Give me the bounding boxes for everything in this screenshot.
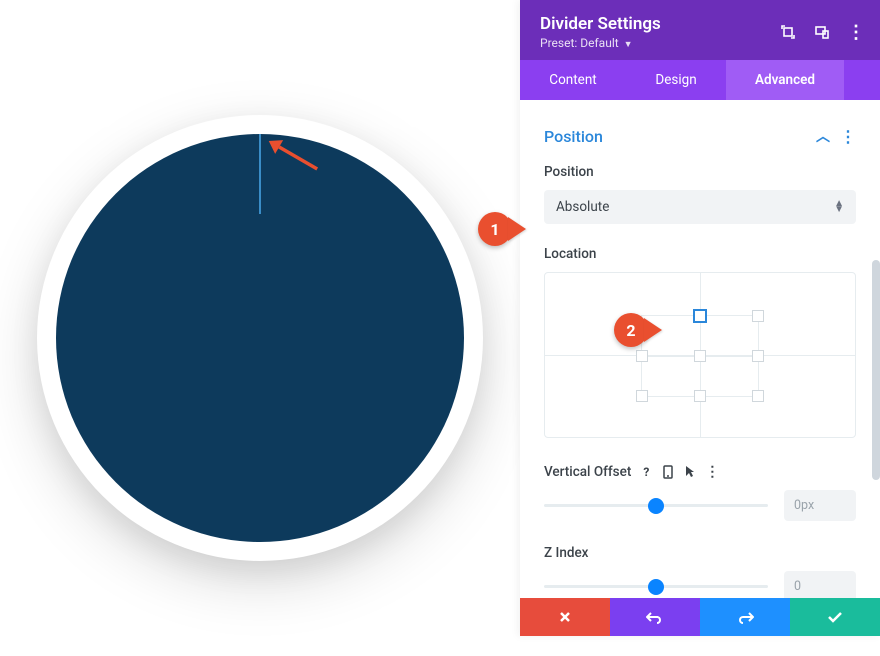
anchor-mid-right[interactable] — [752, 350, 764, 362]
vertical-offset-slider-row: 0px — [544, 490, 856, 521]
z-index-slider[interactable] — [544, 585, 768, 588]
callout-1: 1 — [478, 212, 526, 246]
location-grid — [544, 272, 856, 438]
callout-2: 2 — [614, 313, 662, 347]
expand-icon[interactable] — [780, 24, 796, 40]
anchor-bottom-center[interactable] — [694, 390, 706, 402]
location-label: Location — [544, 246, 856, 262]
panel-body[interactable]: Position ︿ ⋮ Position Absolute ▲▼ Locati… — [520, 100, 880, 598]
z-index-slider-row: 0 — [544, 571, 856, 598]
vertical-offset-slider[interactable] — [544, 504, 768, 507]
menu-dots-icon[interactable]: ⋮ — [840, 127, 856, 146]
save-button[interactable] — [790, 598, 880, 636]
anchor-mid-center[interactable] — [694, 350, 706, 362]
responsive-icon[interactable] — [814, 24, 830, 40]
slider-thumb[interactable] — [648, 498, 664, 514]
header-icons: ⋮ — [780, 24, 864, 40]
tab-advanced[interactable]: Advanced — [726, 60, 844, 100]
panel-footer — [520, 598, 880, 636]
vertical-offset-label: Vertical Offset — [544, 464, 631, 480]
tab-design[interactable]: Design — [626, 60, 726, 100]
panel-header: Divider Settings Preset: Default ▼ ⋮ — [520, 0, 880, 60]
chevron-up-icon[interactable]: ︿ — [816, 126, 830, 146]
tab-content[interactable]: Content — [520, 60, 626, 100]
z-index-label: Z Index — [544, 545, 856, 561]
menu-dots-icon[interactable]: ⋮ — [705, 465, 719, 479]
callout-bubble-1: 1 — [478, 212, 512, 246]
section-head[interactable]: Position ︿ ⋮ — [544, 126, 856, 146]
preset-label: Preset: — [540, 36, 577, 50]
anchor-mid-left[interactable] — [636, 350, 648, 362]
position-value: Absolute — [556, 199, 609, 215]
mobile-icon[interactable] — [661, 465, 675, 479]
slider-thumb[interactable] — [648, 579, 664, 595]
vertical-offset-row: Vertical Offset ? ⋮ — [544, 464, 856, 480]
hover-icon[interactable] — [683, 465, 697, 479]
circle-inner — [56, 134, 464, 542]
position-label: Position — [544, 164, 856, 180]
anchor-bottom-left[interactable] — [636, 390, 648, 402]
tabs: Content Design Advanced — [520, 60, 880, 100]
z-index-value[interactable]: 0 — [784, 571, 856, 598]
anchor-top-center[interactable] — [693, 309, 707, 323]
chevron-down-icon: ▼ — [624, 40, 633, 50]
undo-button[interactable] — [610, 598, 700, 636]
menu-dots-icon[interactable]: ⋮ — [848, 24, 864, 40]
callout-point — [508, 217, 526, 241]
position-select[interactable]: Absolute ▲▼ — [544, 190, 856, 224]
canvas-preview — [0, 0, 520, 656]
scrollbar[interactable] — [872, 260, 880, 480]
section-title: Position — [544, 127, 603, 146]
vertical-offset-value[interactable]: 0px — [784, 490, 856, 521]
preset-value: Default — [580, 36, 618, 50]
close-button[interactable] — [520, 598, 610, 636]
divider-line — [259, 134, 261, 214]
redo-button[interactable] — [700, 598, 790, 636]
anchor-top-right[interactable] — [752, 310, 764, 322]
settings-panel: Divider Settings Preset: Default ▼ ⋮ Con… — [520, 0, 880, 636]
callout-bubble-2: 2 — [614, 313, 648, 347]
anchor-bottom-right[interactable] — [752, 390, 764, 402]
circle-outer — [37, 115, 483, 561]
help-icon[interactable]: ? — [639, 465, 653, 479]
select-arrows-icon: ▲▼ — [834, 201, 844, 213]
callout-point — [644, 318, 662, 342]
section-icons: ︿ ⋮ — [816, 126, 856, 146]
